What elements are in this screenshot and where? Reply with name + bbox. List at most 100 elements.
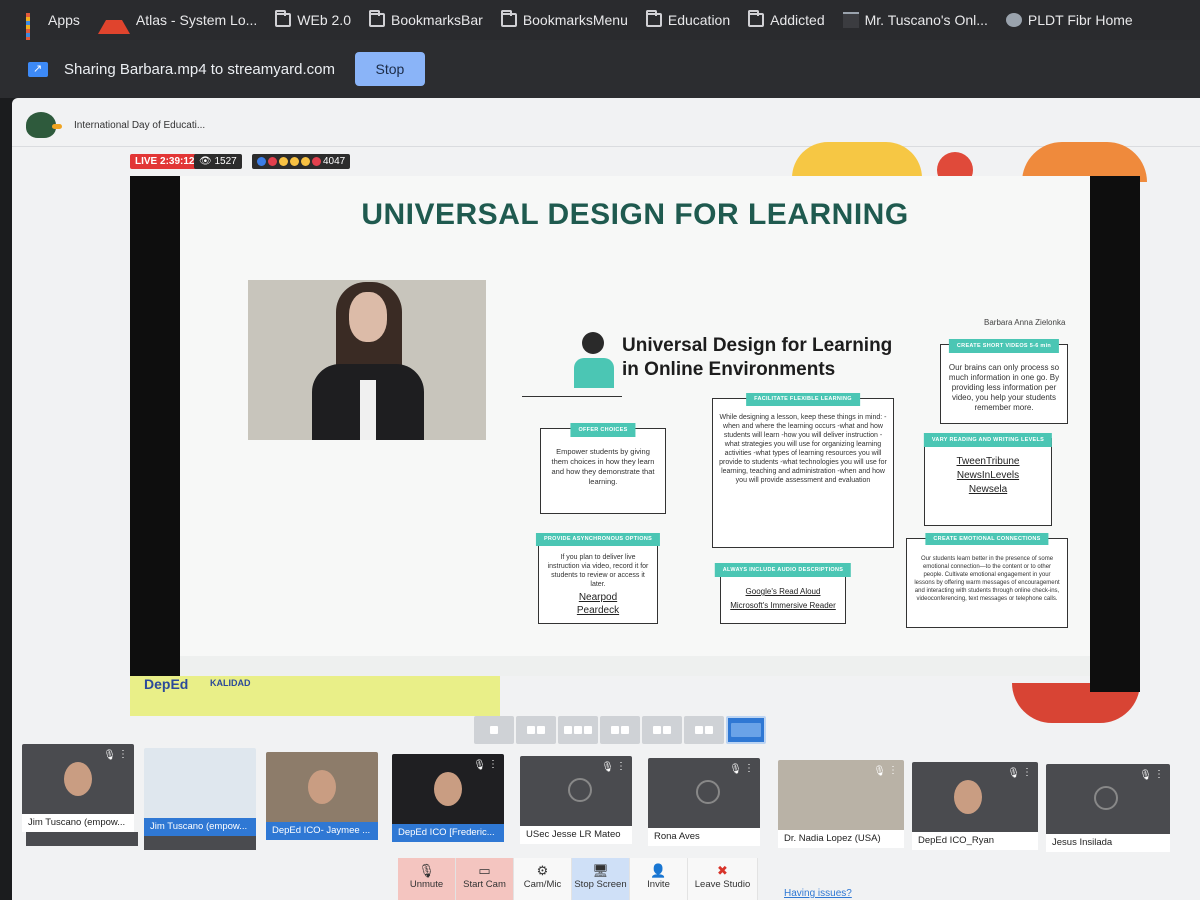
participant-tile[interactable]: 🎙 ⋮ DepEd ICO [Frederic... <box>392 754 504 844</box>
studio-header: International Day of Educati... <box>26 112 205 138</box>
letterbox-left <box>130 176 180 676</box>
bookmark-pldt[interactable]: PLDT Fibr Home <box>1005 12 1133 28</box>
mic-off-icon: 🎙 <box>729 764 742 775</box>
participant-name: Jim Tuscano (empow... <box>144 818 256 836</box>
tweentribune-link[interactable]: TweenTribune <box>931 457 1045 467</box>
unmute-button[interactable]: 🎙 Unmute <box>398 858 456 900</box>
apps-icon <box>26 13 42 49</box>
participant-video <box>144 748 256 818</box>
decoration <box>792 142 922 178</box>
participant-name: Rona Aves <box>648 828 760 846</box>
wow-icon <box>290 157 299 166</box>
participant-tile-partial[interactable] <box>26 832 138 846</box>
broadcast-title: International Day of Educati... <box>74 119 206 131</box>
more-options-icon: ⋮ <box>1022 767 1032 778</box>
camera-off-icon: ▭ <box>478 863 491 878</box>
person-laptop-icon <box>570 330 618 394</box>
kalidad-logo: KALIDAD <box>210 678 251 688</box>
mic-off-icon: 🎙 <box>601 762 614 773</box>
participant-tile[interactable]: Jim Tuscano (empow... <box>144 748 256 838</box>
bookmark-web20[interactable]: WEb 2.0 <box>275 10 351 28</box>
emotional-connections-box: CREATE EMOTIONAL CONNECTIONS Our student… <box>906 533 1068 628</box>
layout-leader-button[interactable] <box>600 716 640 744</box>
bookmark-bookmarksmenu[interactable]: BookmarksMenu <box>500 10 628 28</box>
slide-author: Barbara Anna Zielonka <box>984 318 1066 327</box>
participant-face <box>434 772 462 806</box>
facilitate-learning-box: FACILITATE FLEXIBLE LEARNING While desig… <box>712 393 894 548</box>
peardeck-link[interactable]: Peardeck <box>545 606 651 616</box>
layout-fullscreen-button[interactable] <box>726 716 766 744</box>
control-label: Invite <box>647 879 670 890</box>
cam-mic-settings-button[interactable]: ⚙ Cam/Mic <box>514 858 572 900</box>
bookmark-atlas[interactable]: Atlas - System Lo... <box>97 6 257 34</box>
participant-tile[interactable]: 🎙 ⋮ Jesus Insilada <box>1046 764 1170 854</box>
participant-tile[interactable]: 🎙 ⋮ DepEd ICO_Ryan <box>912 762 1038 852</box>
letterbox-right <box>1090 176 1140 692</box>
more-options-icon: ⋮ <box>888 765 898 776</box>
participant-video: 🎙 ⋮ <box>1046 764 1170 834</box>
bookmark-apps[interactable]: Apps <box>26 12 80 49</box>
mic-icon: 🎙 <box>873 766 886 777</box>
start-cam-button[interactable]: ▭ Start Cam <box>456 858 514 900</box>
layout-screen-thumbs-button[interactable] <box>684 716 724 744</box>
control-label: Stop Screen <box>574 879 627 890</box>
bookmark-addicted[interactable]: Addicted <box>748 10 825 28</box>
newsinlevels-link[interactable]: NewsInLevels <box>931 471 1045 481</box>
participant-tile[interactable]: DepEd ICO- Jaymee ... <box>266 752 378 842</box>
box-text: Our students learn better in the presenc… <box>914 556 1060 602</box>
participant-tile[interactable]: 🎙 ⋮ Rona Aves <box>648 758 760 848</box>
like-icon <box>257 157 266 166</box>
close-icon: ✖ <box>717 863 728 878</box>
nearpod-link[interactable]: Nearpod <box>545 593 651 603</box>
mic-off-icon: 🎙 <box>473 760 486 771</box>
leave-studio-button[interactable]: ✖ Leave Studio <box>688 858 758 900</box>
bookmark-label: WEb 2.0 <box>297 12 351 28</box>
control-label: Unmute <box>409 879 444 890</box>
folder-icon <box>275 10 292 27</box>
folder-icon <box>645 10 662 27</box>
participant-tile[interactable]: 🎙 ⋮ Jim Tuscano (empow... <box>22 744 134 834</box>
mic-off-icon: 🎙 <box>1007 768 1020 779</box>
control-label: Leave Studio <box>694 879 751 890</box>
invite-button[interactable]: 👤 Invite <box>630 858 688 900</box>
layout-solo-button[interactable] <box>474 716 514 744</box>
participant-video: 🎙 ⋮ <box>520 756 632 826</box>
participant-tile-partial[interactable] <box>144 836 256 850</box>
shared-slide: UNIVERSAL DESIGN FOR LEARNING Barbara An… <box>180 176 1090 656</box>
participant-tile[interactable]: 🎙 ⋮ Dr. Nadia Lopez (USA) <box>778 760 904 850</box>
participant-name: DepEd ICO_Ryan <box>912 832 1038 850</box>
having-issues-link[interactable]: Having issues? <box>784 888 852 899</box>
layout-two-button[interactable] <box>516 716 556 744</box>
layout-screen-side-button[interactable] <box>642 716 682 744</box>
bookmark-bookmarksbar[interactable]: BookmarksBar <box>369 10 483 28</box>
participant-name: Jesus Insilada <box>1046 834 1170 852</box>
google-read-aloud-link[interactable]: Google's Read Aloud <box>727 587 839 597</box>
folder-icon <box>500 10 517 27</box>
stop-screen-button[interactable]: 🖥 Stop Screen <box>572 858 630 900</box>
immersive-reader-link[interactable]: Microsoft's Immersive Reader <box>727 601 839 611</box>
short-videos-box: CREATE SHORT VIDEOS 5-6 min Our brains c… <box>940 339 1068 424</box>
bookmark-label: Apps <box>48 12 80 28</box>
bookmark-education[interactable]: Education <box>645 10 730 28</box>
participant-face <box>308 770 336 804</box>
bookmark-label: Mr. Tuscano's Onl... <box>864 12 988 28</box>
layout-group-button[interactable] <box>558 716 598 744</box>
bookmark-tuscano[interactable]: Mr. Tuscano's Onl... <box>842 12 988 28</box>
stop-sharing-button[interactable]: Stop <box>354 52 425 86</box>
control-label: Cam/Mic <box>523 879 562 890</box>
box-text: If you plan to deliver live instruction … <box>547 554 649 588</box>
newsela-link[interactable]: Newsela <box>931 485 1045 495</box>
participant-name: Jim Tuscano (empow... <box>22 814 134 832</box>
layout-selector <box>474 716 766 744</box>
mic-off-icon: 🎙 <box>103 750 116 761</box>
mic-off-icon: 🎙 <box>418 863 435 878</box>
atlas-icon <box>97 6 130 34</box>
viewers-value: 1527 <box>214 156 237 167</box>
broadcast-stage: UNIVERSAL DESIGN FOR LEARNING Barbara An… <box>130 176 1140 692</box>
heading-line: in Online Environments <box>622 359 836 380</box>
participant-tile[interactable]: 🎙 ⋮ USec Jesse LR Mateo <box>520 756 632 846</box>
page-icon <box>842 12 859 28</box>
box-tag: OFFER CHOICES <box>570 423 636 437</box>
box-tag: VARY READING AND WRITING LEVELS <box>923 433 1053 447</box>
more-options-icon: ⋮ <box>488 759 498 770</box>
